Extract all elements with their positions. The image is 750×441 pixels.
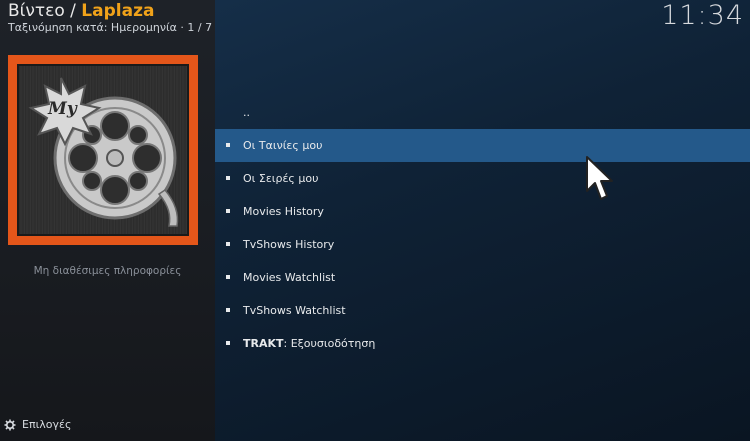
list-item-label: Οι Ταινίες μου	[243, 139, 323, 152]
list-item-movies-watchlist[interactable]: Movies Watchlist	[215, 261, 750, 294]
list-item-label: Movies History	[243, 205, 324, 218]
gear-icon	[4, 419, 16, 431]
bullet-icon	[226, 341, 230, 345]
list-item-label: Οι Σειρές μου	[243, 172, 319, 185]
list-item-my-series[interactable]: Οι Σειρές μου	[215, 162, 750, 195]
section-title: Βίντεο	[8, 1, 65, 21]
list-item-label: ..	[243, 106, 250, 119]
options-label: Επιλογές	[22, 418, 72, 431]
sort-info: Ταξινόμηση κατά: Ημερομηνία · 1 / 7	[8, 21, 213, 34]
list-item-trakt-auth[interactable]: TRAKT: Εξουσιοδότηση	[215, 327, 750, 360]
list-item-parent[interactable]: ..	[215, 96, 750, 129]
list-item-tvshows-history[interactable]: TvShows History	[215, 228, 750, 261]
list-item-label: Movies Watchlist	[243, 271, 336, 284]
bullet-icon	[226, 275, 230, 279]
bullet-icon	[226, 242, 230, 246]
addon-thumbnail: My	[8, 55, 198, 245]
list-item-label: TvShows History	[243, 238, 335, 251]
film-reel-icon	[28, 77, 179, 227]
list-item-label: TvShows Watchlist	[243, 304, 346, 317]
list-item-movies-history[interactable]: Movies History	[215, 195, 750, 228]
addon-title: Laplaza	[81, 1, 155, 21]
no-info-text: Μη διαθέσιμες πληροφορίες	[33, 265, 182, 277]
trakt-auth-label: : Εξουσιοδότηση	[283, 337, 376, 350]
title-separator: /	[70, 1, 76, 21]
list-item-my-movies[interactable]: Οι Ταινίες μου	[215, 129, 750, 162]
list-item-tvshows-watchlist[interactable]: TvShows Watchlist	[215, 294, 750, 327]
clock: 11:34	[661, 0, 744, 31]
list-item-label: TRAKT: Εξουσιοδότηση	[243, 327, 375, 360]
menu-list: .. Οι Ταινίες μου Οι Σειρές μου Movies H…	[215, 96, 750, 360]
bullet-icon	[226, 143, 230, 147]
bullet-icon	[226, 209, 230, 213]
trakt-label: TRAKT	[243, 337, 284, 350]
logo-text: My	[48, 99, 77, 119]
options-button[interactable]: Επιλογές	[4, 418, 71, 431]
page-title: Βίντεο / Laplaza	[8, 1, 154, 21]
thumbnail-image: My	[17, 64, 189, 236]
mouse-cursor-icon	[586, 156, 613, 200]
bullet-icon	[226, 176, 230, 180]
bullet-icon	[226, 308, 230, 312]
